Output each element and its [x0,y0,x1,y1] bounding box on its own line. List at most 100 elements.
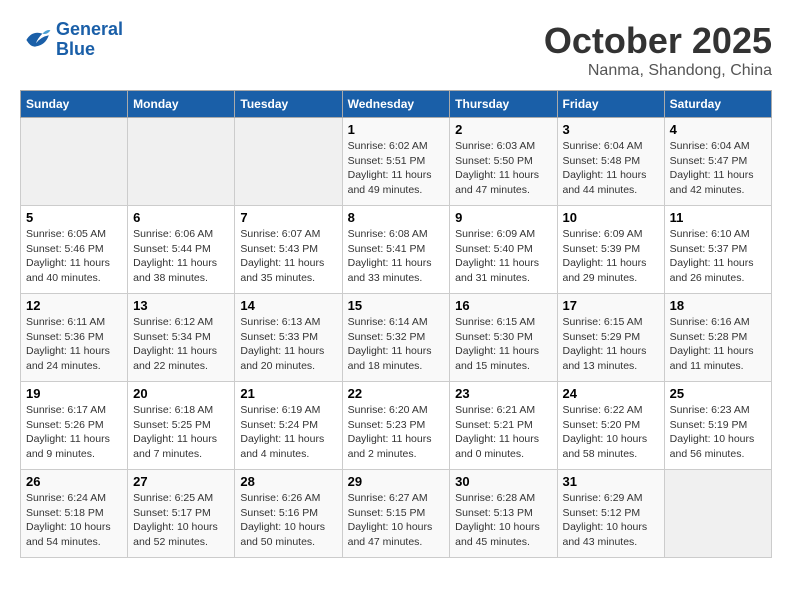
day-info: Sunrise: 6:22 AM Sunset: 5:20 PM Dayligh… [563,403,659,462]
calendar-cell: 9Sunrise: 6:09 AM Sunset: 5:40 PM Daylig… [450,206,557,294]
title-block: October 2025 Nanma, Shandong, China [544,20,772,80]
calendar-cell: 6 Sunrise: 6:06 AM Sunset: 5:44 PM Daylig… [128,206,235,294]
day-info: Sunrise: 6:04 AM Sunset: 5:47 PM Dayligh… [670,139,766,198]
day-info: Sunrise: 6:11 AM Sunset: 5:36 PM Dayligh… [26,315,122,374]
calendar-cell: 22 Sunrise: 6:20 AM Sunset: 5:23 PM Dayli… [342,382,450,470]
logo-text-line1: General [56,20,123,40]
weekday-header-monday: Monday [128,91,235,118]
calendar-cell: 31 Sunrise: 6:29 AM Sunset: 5:12 PM Dayli… [557,470,664,558]
day-info: Sunrise: 6:05 AM Sunset: 5:46 PM Dayligh… [26,227,122,286]
day-info: Sunrise: 6:12 AM Sunset: 5:34 PM Dayligh… [133,315,229,374]
day-info: Sunrise: 6:13 AM Sunset: 5:33 PM Dayligh… [240,315,336,374]
calendar-cell: 14 Sunrise: 6:13 AM Sunset: 5:33 PM Dayli… [235,294,342,382]
calendar-week-row: 26Sunrise: 6:24 AM Sunset: 5:18 PM Dayli… [21,470,772,558]
day-info: Sunrise: 6:17 AM Sunset: 5:26 PM Dayligh… [26,403,122,462]
logo-text-line2: Blue [56,40,123,60]
weekday-header-tuesday: Tuesday [235,91,342,118]
day-number: 17 [563,298,659,313]
day-number: 27 [133,474,229,489]
calendar-week-row: 12Sunrise: 6:11 AM Sunset: 5:36 PM Dayli… [21,294,772,382]
day-info: Sunrise: 6:06 AM Sunset: 5:44 PM Dayligh… [133,227,229,286]
day-info: Sunrise: 6:18 AM Sunset: 5:25 PM Dayligh… [133,403,229,462]
day-info: Sunrise: 6:09 AM Sunset: 5:39 PM Dayligh… [563,227,659,286]
day-info: Sunrise: 6:03 AM Sunset: 5:50 PM Dayligh… [455,139,551,198]
day-number: 31 [563,474,659,489]
calendar-cell: 4Sunrise: 6:04 AM Sunset: 5:47 PM Daylig… [664,118,771,206]
day-info: Sunrise: 6:15 AM Sunset: 5:30 PM Dayligh… [455,315,551,374]
calendar-cell: 16 Sunrise: 6:15 AM Sunset: 5:30 PM Dayli… [450,294,557,382]
calendar-cell: 3 Sunrise: 6:04 AM Sunset: 5:48 PM Daylig… [557,118,664,206]
day-number: 22 [348,386,445,401]
calendar-cell: 29 Sunrise: 6:27 AM Sunset: 5:15 PM Dayli… [342,470,450,558]
calendar-cell: 5 Sunrise: 6:05 AM Sunset: 5:46 PM Daylig… [21,206,128,294]
day-number: 7 [240,210,336,225]
day-number: 8 [348,210,445,225]
day-info: Sunrise: 6:26 AM Sunset: 5:16 PM Dayligh… [240,491,336,550]
day-number: 16 [455,298,551,313]
calendar-cell: 24 Sunrise: 6:22 AM Sunset: 5:20 PM Dayli… [557,382,664,470]
day-info: Sunrise: 6:07 AM Sunset: 5:43 PM Dayligh… [240,227,336,286]
calendar-cell: 25Sunrise: 6:23 AM Sunset: 5:19 PM Dayli… [664,382,771,470]
calendar-table: SundayMondayTuesdayWednesdayThursdayFrid… [20,90,772,558]
calendar-cell: 27 Sunrise: 6:25 AM Sunset: 5:17 PM Dayli… [128,470,235,558]
weekday-header-sunday: Sunday [21,91,128,118]
day-number: 29 [348,474,445,489]
day-number: 2 [455,122,551,137]
day-number: 21 [240,386,336,401]
day-info: Sunrise: 6:29 AM Sunset: 5:12 PM Dayligh… [563,491,659,550]
day-number: 23 [455,386,551,401]
day-number: 28 [240,474,336,489]
day-info: Sunrise: 6:28 AM Sunset: 5:13 PM Dayligh… [455,491,551,550]
calendar-cell: 11Sunrise: 6:10 AM Sunset: 5:37 PM Dayli… [664,206,771,294]
calendar-cell [128,118,235,206]
day-number: 15 [348,298,445,313]
day-number: 30 [455,474,551,489]
calendar-week-row: 19 Sunrise: 6:17 AM Sunset: 5:26 PM Dayli… [21,382,772,470]
calendar-week-row: 5 Sunrise: 6:05 AM Sunset: 5:46 PM Daylig… [21,206,772,294]
calendar-cell: 23Sunrise: 6:21 AM Sunset: 5:21 PM Dayli… [450,382,557,470]
calendar-cell: 19 Sunrise: 6:17 AM Sunset: 5:26 PM Dayli… [21,382,128,470]
calendar-cell: 8 Sunrise: 6:08 AM Sunset: 5:41 PM Daylig… [342,206,450,294]
day-info: Sunrise: 6:10 AM Sunset: 5:37 PM Dayligh… [670,227,766,286]
day-info: Sunrise: 6:15 AM Sunset: 5:29 PM Dayligh… [563,315,659,374]
calendar-cell: 12Sunrise: 6:11 AM Sunset: 5:36 PM Dayli… [21,294,128,382]
calendar-week-row: 1Sunrise: 6:02 AM Sunset: 5:51 PM Daylig… [21,118,772,206]
day-number: 24 [563,386,659,401]
day-number: 5 [26,210,122,225]
day-info: Sunrise: 6:14 AM Sunset: 5:32 PM Dayligh… [348,315,445,374]
logo-icon [20,24,52,56]
day-number: 18 [670,298,766,313]
page-header: General Blue October 2025 Nanma, Shandon… [20,20,772,80]
day-number: 20 [133,386,229,401]
day-number: 19 [26,386,122,401]
day-number: 14 [240,298,336,313]
day-info: Sunrise: 6:24 AM Sunset: 5:18 PM Dayligh… [26,491,122,550]
calendar-cell: 2 Sunrise: 6:03 AM Sunset: 5:50 PM Daylig… [450,118,557,206]
day-info: Sunrise: 6:19 AM Sunset: 5:24 PM Dayligh… [240,403,336,462]
calendar-cell: 7 Sunrise: 6:07 AM Sunset: 5:43 PM Daylig… [235,206,342,294]
day-info: Sunrise: 6:04 AM Sunset: 5:48 PM Dayligh… [563,139,659,198]
weekday-header-wednesday: Wednesday [342,91,450,118]
month-title: October 2025 [544,20,772,62]
calendar-cell: 26Sunrise: 6:24 AM Sunset: 5:18 PM Dayli… [21,470,128,558]
day-info: Sunrise: 6:27 AM Sunset: 5:15 PM Dayligh… [348,491,445,550]
calendar-cell: 1Sunrise: 6:02 AM Sunset: 5:51 PM Daylig… [342,118,450,206]
calendar-cell [664,470,771,558]
calendar-cell [235,118,342,206]
calendar-cell: 15 Sunrise: 6:14 AM Sunset: 5:32 PM Dayli… [342,294,450,382]
weekday-header-row: SundayMondayTuesdayWednesdayThursdayFrid… [21,91,772,118]
day-number: 3 [563,122,659,137]
calendar-cell: 18 Sunrise: 6:16 AM Sunset: 5:28 PM Dayli… [664,294,771,382]
day-number: 25 [670,386,766,401]
day-info: Sunrise: 6:08 AM Sunset: 5:41 PM Dayligh… [348,227,445,286]
location: Nanma, Shandong, China [544,62,772,80]
day-number: 10 [563,210,659,225]
calendar-cell [21,118,128,206]
day-info: Sunrise: 6:20 AM Sunset: 5:23 PM Dayligh… [348,403,445,462]
day-number: 6 [133,210,229,225]
calendar-cell: 17 Sunrise: 6:15 AM Sunset: 5:29 PM Dayli… [557,294,664,382]
day-info: Sunrise: 6:25 AM Sunset: 5:17 PM Dayligh… [133,491,229,550]
logo: General Blue [20,20,123,60]
day-info: Sunrise: 6:16 AM Sunset: 5:28 PM Dayligh… [670,315,766,374]
calendar-cell: 21 Sunrise: 6:19 AM Sunset: 5:24 PM Dayli… [235,382,342,470]
